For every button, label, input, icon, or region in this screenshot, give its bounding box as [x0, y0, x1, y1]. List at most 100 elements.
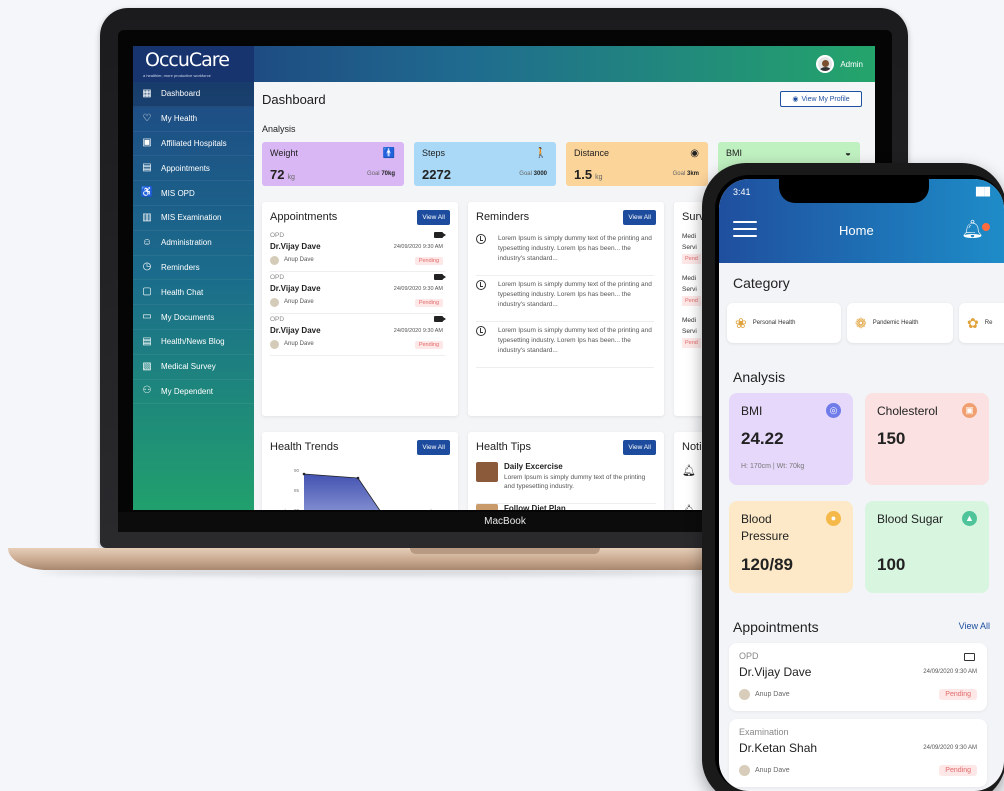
category-chip[interactable]: ✿ Re — [959, 303, 1004, 343]
sidebar-item-health-chat[interactable]: ▢ Health Chat — [133, 280, 254, 306]
phone-appointment[interactable]: OPD Dr.Vijay Dave 24/09/2020 9:30 AM Anu… — [729, 643, 987, 711]
user-icon: ☺ — [141, 236, 153, 248]
sidebar-item-affiliated-hospitals[interactable]: ▣ Affiliated Hospitals — [133, 132, 254, 157]
reminder-text: Lorem Ipsum is simply dummy text of the … — [498, 327, 652, 354]
stat-label: BMI — [726, 148, 743, 158]
menu-icon[interactable] — [733, 221, 757, 237]
view-all-button[interactable]: View All — [417, 210, 450, 225]
clock-icon — [476, 326, 486, 336]
sidebar-item-administration[interactable]: ☺ Administration — [133, 231, 254, 256]
sidebar-item-mis-examination[interactable]: ▥ MIS Examination — [133, 206, 254, 231]
sidebar-item-mis-opd[interactable]: ♿ MIS OPD — [133, 181, 254, 206]
page-title: Dashboard — [262, 92, 326, 107]
logo[interactable]: OccuCare a healthier, more productive wo… — [133, 46, 254, 82]
stat-card-steps[interactable]: Steps 🚶 2272 Goal 3000 — [414, 142, 556, 186]
tile-blood-sugar[interactable]: Blood Sugar 100 ▲ — [865, 501, 989, 593]
list-item[interactable]: Follow Diet PlanLorem Ipsum is simply du… — [476, 504, 656, 510]
clock-icon — [476, 234, 486, 244]
tile-label: Blood Pressure — [741, 512, 790, 543]
sidebar-item-label: Dashboard — [161, 89, 201, 99]
survey-text: Servi — [682, 328, 697, 335]
category-icon: ✿ — [967, 314, 979, 331]
tile-cholesterol[interactable]: Cholesterol 150 ▣ — [865, 393, 989, 485]
video-icon — [434, 274, 446, 280]
avatar — [739, 689, 750, 700]
chat-icon: ▢ — [142, 286, 152, 298]
sidebar-item-label: MIS Examination — [161, 213, 222, 223]
heart-icon: ♡ — [142, 112, 152, 124]
category-chip[interactable]: ❀ Personal Health — [727, 303, 841, 343]
status-time: 3:41 — [733, 187, 751, 197]
laptop-base — [8, 548, 744, 570]
sidebar-item-label: Affiliated Hospitals — [161, 138, 227, 148]
table-row[interactable]: OPD Dr.Vijay Dave 24/09/2020 9:30 AM Anup D… — [270, 232, 446, 272]
appointment-datetime: 24/09/2020 9:30 AM — [393, 328, 443, 334]
notification-bell-icon[interactable]: 🔔︎ — [961, 219, 984, 240]
sidebar-item-label: My Health — [161, 114, 198, 124]
top-bar: OccuCare a healthier, more productive wo… — [133, 46, 875, 82]
list-item[interactable]: Lorem Ipsum is simply dummy text of the … — [476, 324, 654, 368]
view-profile-button[interactable]: ◉ View My Profile — [780, 91, 862, 107]
gauge-icon: ◒ — [844, 148, 851, 159]
patient-name: Anup Dave — [284, 299, 314, 305]
phone-title: Home — [839, 223, 874, 238]
view-all-link[interactable]: View All — [959, 621, 990, 631]
eye-icon: ◉ — [792, 96, 799, 103]
sidebar-item-appointments[interactable]: ▤ Appointments — [133, 156, 254, 182]
table-row[interactable]: OPD Dr.Vijay Dave 24/09/2020 9:30 AM Anup D… — [270, 274, 446, 314]
sidebar-item-health-news-blog[interactable]: ▤ Health/News Blog — [133, 330, 254, 355]
appointment-datetime: 24/09/2020 9:30 AM — [393, 286, 443, 292]
view-profile-label: View My Profile — [801, 95, 850, 103]
category-heading: Category — [733, 275, 790, 291]
avatar — [816, 55, 835, 73]
stat-card-distance[interactable]: Distance ◉ 1.5 kg Goal 3km — [566, 142, 708, 186]
view-all-button[interactable]: View All — [623, 210, 656, 225]
stat-card-weight[interactable]: Weight 🚹 72 kg Goal 70kg — [262, 142, 404, 186]
list-item[interactable]: Lorem Ipsum is simply dummy text of the … — [476, 232, 654, 276]
health-trends-card: Health Trends View All 9085807570‹› — [262, 432, 458, 510]
card-title: Noti — [682, 441, 702, 453]
sidebar-item-my-documents[interactable]: ▭ My Documents — [133, 305, 254, 330]
phone-screen: 3:41 ▐██ Home 🔔︎ Category ❀ Personal Hea… — [719, 179, 1004, 791]
location-icon: ◉ — [690, 148, 699, 159]
stat-goal: Goal 70kg — [366, 171, 395, 177]
y-tick-label: 90 — [294, 468, 300, 473]
survey-text: Servi — [682, 286, 697, 293]
y-tick-label: 80 — [294, 508, 300, 510]
tip-title: Daily Excercise — [504, 462, 563, 471]
user-menu[interactable]: Admin — [816, 55, 863, 73]
bell-icon: 🔔︎ — [682, 504, 696, 510]
tip-title: Follow Diet Plan — [504, 504, 566, 510]
bell-icon: 🔔︎ — [682, 465, 696, 477]
sidebar-item-my-health[interactable]: ♡ My Health — [133, 107, 254, 132]
tile-bmi[interactable]: BMI 24.22 H: 170cm | Wt: 70kg ◎ — [729, 393, 853, 485]
tile-value: 100 — [877, 555, 906, 574]
appointment-type: OPD — [270, 316, 285, 323]
list-item[interactable]: Lorem Ipsum is simply dummy text of the … — [476, 278, 654, 322]
sidebar-item-reminders[interactable]: ◷ Reminders — [133, 256, 254, 281]
list-item[interactable]: Daily Excercise Lorem Ipsum is simply dum… — [476, 462, 656, 504]
phone-appointment[interactable]: Examination Dr.Ketan Shah 24/09/2020 9:3… — [729, 719, 987, 787]
logo-tagline: a healthier, more productive workforce — [143, 73, 211, 78]
sidebar-item-medical-survey[interactable]: ▧ Medical Survey — [133, 355, 254, 380]
stat-value: 1.5 kg — [574, 167, 603, 182]
card-title: Health Tips — [476, 441, 532, 453]
sidebar-item-label: My Dependent — [161, 386, 214, 396]
chart-prev-arrow: ‹ — [284, 507, 287, 510]
calendar-icon: ▤ — [142, 162, 152, 174]
appointment-type: OPD — [270, 232, 285, 239]
doctor-name: Dr.Vijay Dave — [270, 326, 321, 335]
video-icon — [434, 316, 446, 322]
tile-blood-pressure[interactable]: Blood Pressure 120/89 ● — [729, 501, 853, 593]
patient-name: Anup Dave — [284, 341, 314, 347]
tip-thumbnail — [476, 504, 498, 510]
sidebar-item-my-dependent[interactable]: ⚇ My Dependent — [133, 380, 254, 405]
status-badge: Pend — [682, 338, 701, 348]
grid-icon: ▦ — [142, 87, 152, 99]
blood-sugar-icon: ▲ — [962, 511, 977, 526]
table-row[interactable]: OPD Dr.Vijay Dave 24/09/2020 9:30 AM Anup D… — [270, 316, 446, 356]
sidebar-item-label: My Documents — [161, 312, 215, 322]
sidebar-item-dashboard[interactable]: ▦ Dashboard — [133, 82, 254, 107]
view-all-button[interactable]: View All — [623, 440, 656, 455]
category-chip[interactable]: ❁ Pandemic Health — [847, 303, 953, 343]
